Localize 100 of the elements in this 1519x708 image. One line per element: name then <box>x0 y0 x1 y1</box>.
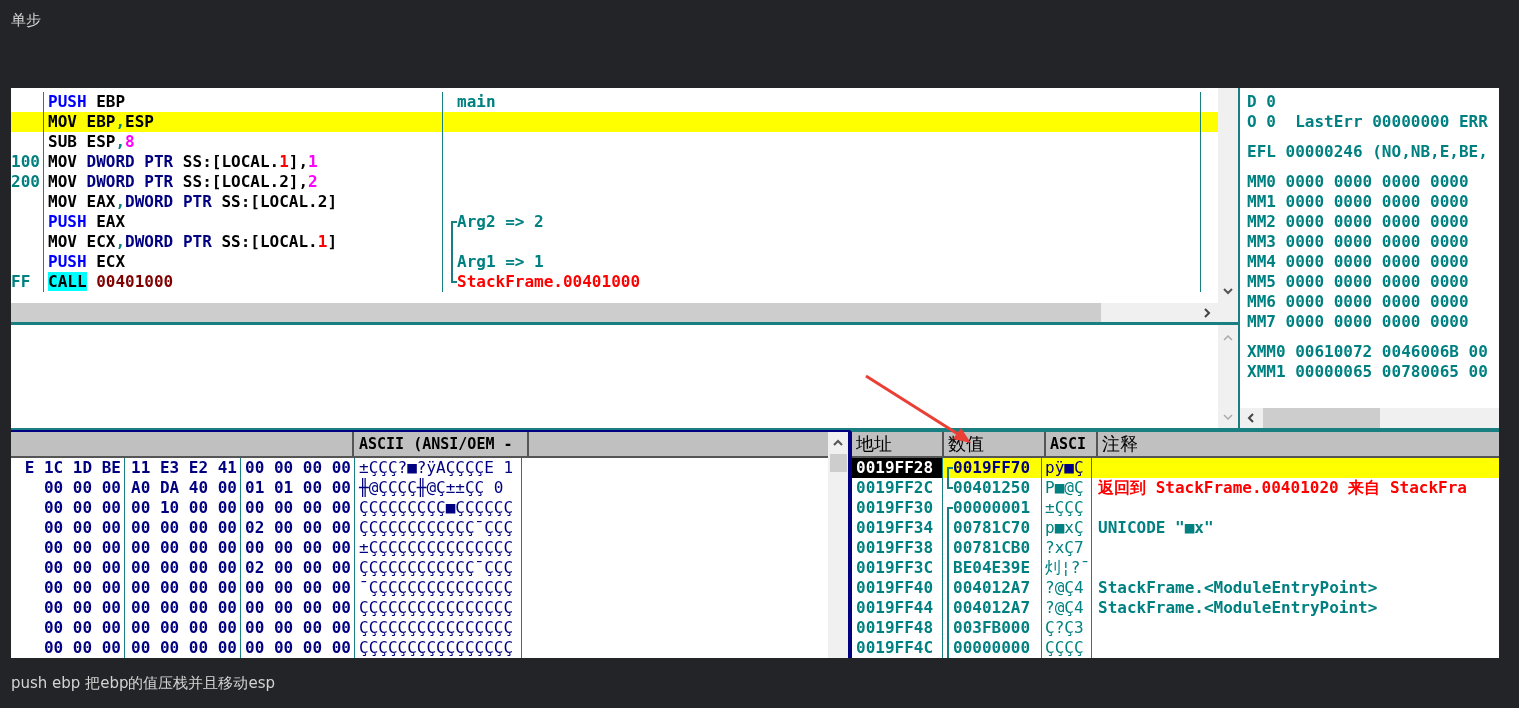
value-cell: 00781CB0 <box>953 538 1031 558</box>
hex-cell: 00 00 00 00 <box>241 538 355 558</box>
comment: StackFrame.00401000 <box>457 272 641 292</box>
value-cell: 00000001 <box>953 498 1031 518</box>
address-cell: 0019FF28 <box>852 458 943 478</box>
scroll-left-icon[interactable] <box>1246 412 1256 424</box>
ascii-cell: ±ÇÇÇ?■?ÿAÇÇÇÇE 1 <box>355 458 522 478</box>
value-cell: 004012A7 <box>953 578 1031 598</box>
hex-cell: 00 00 00 00 <box>125 618 241 638</box>
instruction: MOV ECX,DWORD PTR SS:[LOCAL.1] <box>48 232 338 251</box>
register-line: XMM0 00610072 0046006B 00 <box>1247 342 1489 362</box>
vertical-scrollbar[interactable] <box>1218 88 1238 322</box>
page-title: 单步 <box>11 10 42 30</box>
hex-cell: 00 00 00 <box>11 518 125 538</box>
hex-cell: 00 10 00 00 <box>125 498 241 518</box>
register-line: MM0 0000 0000 0000 0000 <box>1247 172 1470 192</box>
value-cell: 00000000 <box>953 638 1031 658</box>
hex-cell: 00 00 00 00 <box>241 618 355 638</box>
ascii-cell: ÇÇÇÇÇÇÇÇÇ■ÇÇÇÇÇÇ <box>355 498 522 518</box>
comment: Arg2 => 2 <box>457 212 544 232</box>
comment: StackFrame.<ModuleEntryPoint> <box>1098 578 1378 597</box>
ascii-cell: ÇÇÇÇÇÇÇÇÇÇÇÇÇÇÇÇ <box>355 598 522 618</box>
hex-cell: 01 01 00 00 <box>241 478 355 498</box>
ascii-cell: ?@Ç4 <box>1042 598 1092 618</box>
scroll-thumb[interactable] <box>1263 408 1380 428</box>
register-line: MM7 0000 0000 0000 0000 <box>1247 312 1470 332</box>
instruction: MOV DWORD PTR SS:[LOCAL.2],2 <box>48 172 318 191</box>
hex-bytes: FF <box>11 272 31 291</box>
comment: UNICODE "■x" <box>1098 518 1214 537</box>
column-header[interactable]: ASCII (ANSI/OEM - <box>354 432 529 456</box>
column-header[interactable]: ASCI <box>1046 432 1098 456</box>
comment: StackFrame.<ModuleEntryPoint> <box>1098 598 1378 617</box>
hex-cell: 00 00 00 00 <box>125 558 241 578</box>
ascii-cell: P■@Ç <box>1042 478 1092 498</box>
hex-cell: 00 00 00 <box>11 598 125 618</box>
hex-cell: 00 00 00 <box>11 618 125 638</box>
ascii-cell: ±ÇÇÇ <box>1042 498 1092 518</box>
instruction: MOV EBP,ESP <box>48 112 154 131</box>
hex-cell: 00 00 00 00 <box>241 578 355 598</box>
ascii-cell: 灲¦?¯ <box>1042 558 1092 578</box>
hex-cell: 11 E3 E2 41 <box>125 458 241 478</box>
hex-cell: 00 00 00 00 <box>241 498 355 518</box>
register-line: MM2 0000 0000 0000 0000 <box>1247 212 1470 232</box>
value-cell: 00401250 <box>953 478 1031 498</box>
address-cell: 0019FF40 <box>852 578 943 598</box>
hex-cell: 00 00 00 00 <box>125 538 241 558</box>
hex-cell: 02 00 00 00 <box>241 518 355 538</box>
hex-cell: 00 00 00 <box>11 558 125 578</box>
register-line: EFL 00000246 (NO,NB,E,BE, <box>1247 142 1489 162</box>
comment: Arg1 => 1 <box>457 252 544 272</box>
column-header[interactable]: 地址 <box>852 432 944 456</box>
hex-cell: 00 00 00 00 <box>125 638 241 658</box>
ascii-cell: ÇÇÇÇÇÇÇÇÇÇÇÇ¯ÇÇÇ <box>355 558 522 578</box>
horizontal-scrollbar[interactable] <box>1240 408 1499 428</box>
ascii-cell: ±ÇÇÇÇÇÇÇÇÇÇÇÇÇÇÇ <box>355 538 522 558</box>
instruction: PUSH ECX <box>48 252 126 271</box>
address-cell: 0019FF38 <box>852 538 943 558</box>
hex-cell: 00 00 00 <box>11 538 125 558</box>
register-line: O 0 LastErr 00000000 ERR <box>1247 112 1489 132</box>
address-cell: 0019FF48 <box>852 618 943 638</box>
hex-cell: 00 00 00 <box>11 478 125 498</box>
comment: 返回到 StackFrame.00401020 来自 StackFra <box>1098 478 1467 497</box>
address-cell: 0019FF44 <box>852 598 943 618</box>
register-line: MM5 0000 0000 0000 0000 <box>1247 272 1470 292</box>
ascii-cell: ÇÇÇÇ <box>1042 638 1092 658</box>
scroll-up-icon[interactable] <box>832 438 844 448</box>
address-cell: 0019FF34 <box>852 518 943 538</box>
caption: push ebp 把ebp的值压栈并且移动esp <box>11 674 276 693</box>
register-line: MM4 0000 0000 0000 0000 <box>1247 252 1470 272</box>
value-cell: 004012A7 <box>953 598 1031 618</box>
scroll-down-icon[interactable] <box>1222 286 1234 296</box>
hex-cell: 00 00 00 00 <box>125 598 241 618</box>
vertical-scrollbar[interactable] <box>828 432 848 658</box>
ascii-cell: Ç?Ç3 <box>1042 618 1092 638</box>
register-line: MM3 0000 0000 0000 0000 <box>1247 232 1470 252</box>
column-header[interactable]: 注释 <box>1098 432 1499 456</box>
hex-cell: 02 00 00 00 <box>241 558 355 578</box>
register-line: XMM1 00000065 00780065 00 <box>1247 362 1489 382</box>
ascii-cell: pÿ■Ç <box>1042 458 1092 478</box>
instruction: PUSH EBP <box>48 92 126 111</box>
address-cell: 0019FF2C <box>852 478 943 498</box>
hex-cell: 00 00 00 00 <box>241 598 355 618</box>
scroll-thumb[interactable] <box>829 454 847 472</box>
ascii-cell: ÇÇÇÇÇÇÇÇÇÇÇÇ¯ÇÇÇ <box>355 518 522 538</box>
ascii-cell: ?xÇ7 <box>1042 538 1092 558</box>
instruction: CALL 00401000 <box>48 272 174 291</box>
hex-cell: 00 00 00 00 <box>241 458 355 478</box>
register-line: D 0 <box>1247 92 1277 112</box>
hex-cell: 00 00 00 <box>11 638 125 658</box>
ascii-cell: p■xÇ <box>1042 518 1092 538</box>
hex-cell: A0 DA 40 00 <box>125 478 241 498</box>
ascii-cell: ╫@ÇÇÇÇ╫@Ç±±ÇÇ 0 <box>355 478 522 498</box>
ascii-cell: ¯ÇÇÇÇÇÇÇÇÇÇÇÇÇÇÇ <box>355 578 522 598</box>
hex-cell: 00 00 00 00 <box>241 638 355 658</box>
value-cell: 003FB000 <box>953 618 1031 638</box>
scroll-right-icon[interactable] <box>1202 306 1212 319</box>
hex-cell: E 1C 1D BE <box>11 458 125 478</box>
address-cell: 0019FF3C <box>852 558 943 578</box>
hex-cell: 00 00 00 <box>11 578 125 598</box>
address-cell: 0019FF4C <box>852 638 943 658</box>
